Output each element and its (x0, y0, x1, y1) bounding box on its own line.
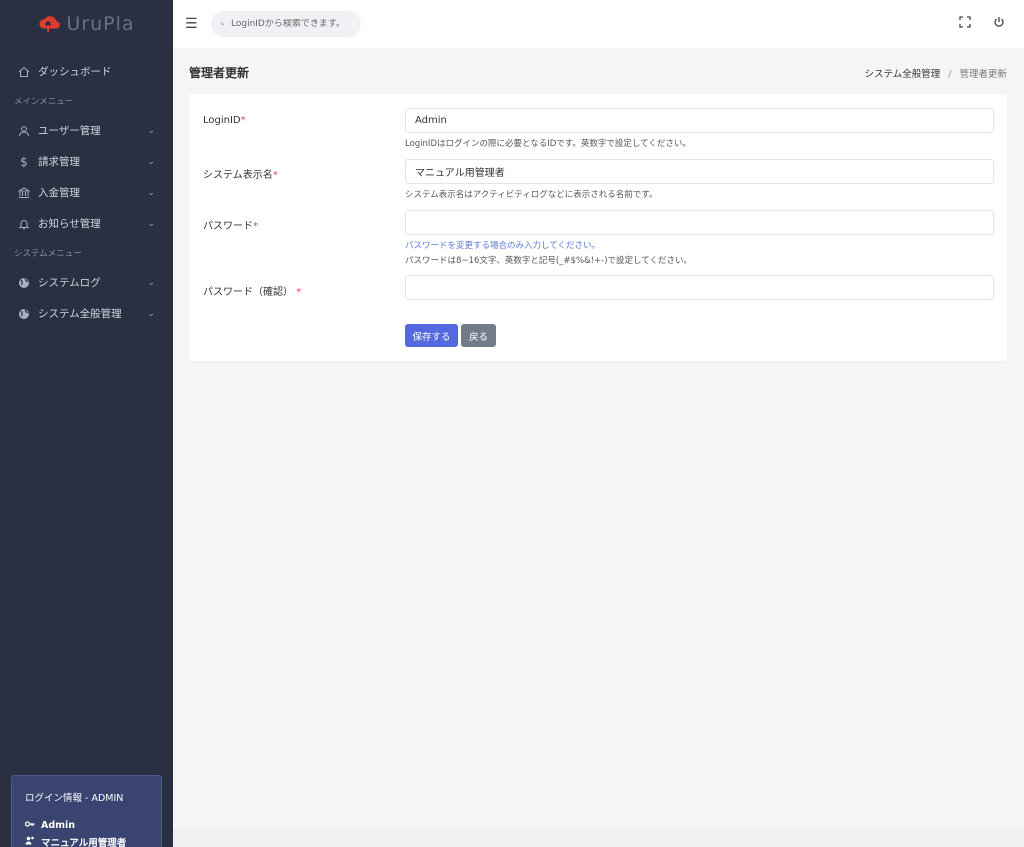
footer (173, 829, 1024, 847)
key-icon (24, 820, 36, 831)
bank-icon (18, 186, 30, 199)
login-id-value: Admin (41, 820, 76, 831)
login-id-label: LoginID* (203, 115, 246, 126)
sidebar-item-notices[interactable]: お知らせ管理 ⌄ (0, 208, 173, 239)
chevron-down-icon: ⌄ (147, 218, 155, 229)
password-change-note: パスワードを変更する場合のみ入力してください。 (405, 241, 600, 251)
sidebar-nav: ダッシュボード メインメニュー ユーザー管理 ⌄ $ 請求管理 ⌄ 入金管理 ⌄ (0, 48, 173, 329)
back-button[interactable]: 戻る (461, 324, 496, 347)
login-id-input[interactable] (405, 108, 994, 133)
sidebar-item-label: ダッシュボード (38, 66, 112, 78)
display-name-label: システム表示名* (203, 166, 278, 181)
password-confirm-label: パスワード（確認） * (203, 283, 301, 298)
field-label-text: パスワード (203, 221, 253, 232)
home-icon (18, 66, 30, 78)
password-label: パスワード* (203, 217, 258, 232)
bell-icon (18, 218, 30, 230)
required-mark: * (240, 115, 246, 126)
section-main-menu: メインメニュー (14, 97, 74, 107)
sidebar-item-system-general[interactable]: システム全般管理 ⌄ (0, 298, 173, 329)
display-name-value: マニュアル用管理者 (41, 838, 127, 847)
section-system-menu: システムメニュー (14, 249, 82, 259)
search-icon (221, 22, 224, 26)
password-input[interactable] (405, 210, 994, 235)
fullscreen-icon[interactable] (959, 16, 971, 32)
chevron-down-icon: ⌄ (147, 125, 155, 136)
sidebar-item-label: ユーザー管理 (38, 125, 101, 137)
password-confirm-input[interactable] (405, 275, 994, 300)
sidebar-item-label: システム全般管理 (38, 308, 122, 320)
power-icon[interactable] (993, 16, 1005, 32)
login-id-row: Admin (24, 820, 148, 831)
sidebar-item-label: 請求管理 (38, 156, 80, 168)
breadcrumb-separator: / (948, 69, 952, 80)
chevron-down-icon: ⌄ (147, 156, 155, 167)
login-info-panel: ログイン情報 - ADMIN Admin マニュアル用管理者 (11, 775, 162, 847)
required-mark: * (272, 170, 278, 181)
users-icon (25, 836, 36, 847)
chevron-down-icon: ⌄ (147, 277, 155, 288)
required-mark: * (296, 287, 302, 298)
sidebar-item-dashboard[interactable]: ダッシュボード (0, 56, 173, 87)
breadcrumb: システム全般管理 / 管理者更新 (865, 66, 1008, 80)
globe-icon (18, 277, 30, 289)
field-label-text: パスワード（確認） (203, 287, 293, 298)
sidebar-item-label: 入金管理 (38, 187, 80, 199)
sidebar-item-label: お知らせ管理 (38, 218, 101, 230)
password-help: パスワードは8~16文字、英数字と記号(_#$%&!+-)で設定してください。 (405, 256, 693, 266)
required-mark: * (253, 221, 258, 232)
globe-icon (18, 308, 30, 320)
sidebar-item-billing[interactable]: $ 請求管理 ⌄ (0, 146, 173, 177)
admin-edit-form: LoginID* LoginIDはログインの際に必要となるIDです。英数字で設定… (189, 94, 1007, 361)
display-name-input[interactable] (405, 159, 994, 184)
sidebar-item-system-log[interactable]: システムログ ⌄ (0, 267, 173, 298)
login-id-help: LoginIDはログインの際に必要となるIDです。英数字で設定してください。 (405, 139, 691, 149)
brand-name: UruPla (66, 13, 135, 35)
field-label-text: LoginID (203, 115, 241, 126)
sidebar: UruPla ダッシュボード メインメニュー ユーザー管理 ⌄ $ 請求管理 ⌄ (0, 0, 173, 847)
breadcrumb-current: 管理者更新 (959, 69, 1007, 80)
search-input[interactable] (231, 19, 351, 29)
dollar-icon: $ (20, 154, 28, 169)
sidebar-item-users[interactable]: ユーザー管理 ⌄ (0, 115, 173, 146)
sidebar-item-label: システムログ (38, 277, 101, 289)
brand-logo[interactable]: UruPla (0, 0, 173, 48)
save-button[interactable]: 保存する (405, 324, 458, 347)
display-name-row: マニュアル用管理者 (25, 835, 148, 847)
topbar-actions (959, 16, 1012, 32)
chevron-down-icon: ⌄ (147, 187, 155, 198)
topbar: ☰ (173, 0, 1024, 48)
field-label-text: システム表示名 (203, 170, 273, 181)
breadcrumb-parent-link[interactable]: システム全般管理 (865, 69, 941, 80)
page-title: 管理者更新 (189, 66, 250, 80)
menu-icon[interactable]: ☰ (185, 16, 199, 32)
user-icon (18, 125, 30, 137)
chevron-down-icon: ⌄ (147, 308, 155, 319)
search-box[interactable] (211, 11, 361, 37)
display-name-help: システム表示名はアクティビティログなどに表示される名前です。 (405, 190, 658, 200)
cloud-logo-icon (39, 16, 61, 33)
login-info-title: ログイン情報 - ADMIN (25, 793, 124, 804)
sidebar-item-payments[interactable]: 入金管理 ⌄ (0, 177, 173, 208)
